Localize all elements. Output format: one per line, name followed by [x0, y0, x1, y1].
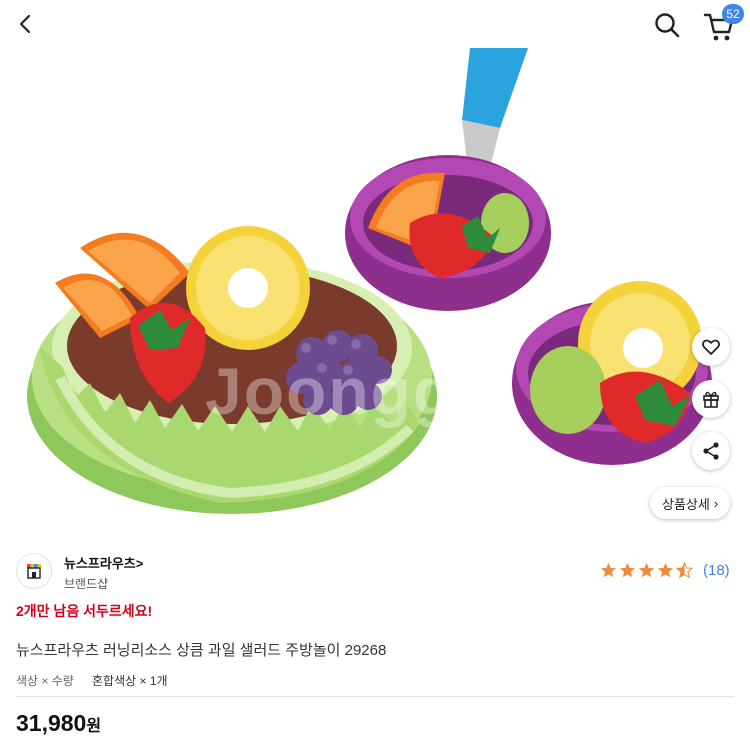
product-detail-label: 상품상세 [662, 496, 710, 512]
product-title: 뉴스프라우츠 러닝리소스 상큼 과일 샐러드 주방놀이 29268 [16, 642, 387, 659]
brand-name: 뉴스프라우츠 [64, 556, 136, 571]
star-full-icon [600, 562, 617, 578]
share-icon [703, 442, 719, 460]
brand-type: 브랜드샵 [64, 577, 109, 591]
gift-icon [703, 391, 719, 408]
product-info: 뉴스프라우츠> 브랜드샵 (18) 2개만 남음 서두르세요! 뉴스프라우츠 러… [0, 535, 750, 752]
share-button[interactable] [692, 432, 730, 470]
watermark-text: Joonggo [205, 354, 498, 428]
search-button[interactable] [650, 8, 684, 42]
price-value: 31,980 [16, 710, 87, 736]
option-label: 색상 × 수량 [16, 674, 74, 688]
heart-icon [702, 339, 720, 355]
review-count[interactable]: (18) [703, 562, 730, 579]
star-half-icon [676, 562, 693, 579]
brand-logo[interactable] [16, 553, 52, 589]
chevron-right-icon: › [713, 495, 719, 511]
chevron-left-icon [19, 14, 31, 34]
star-full-icon [638, 562, 655, 578]
product-image [0, 48, 750, 535]
star-full-icon [619, 562, 636, 578]
price: 31,980원 [16, 710, 101, 737]
like-button[interactable] [692, 328, 730, 366]
product-image-area[interactable]: Joonggo [0, 48, 750, 535]
stock-warning: 2개만 남음 서두르세요! [16, 603, 153, 619]
cart-count-badge: 52 [722, 4, 744, 24]
price-unit: 원 [86, 718, 102, 735]
gift-button[interactable] [692, 380, 730, 418]
store-icon [27, 564, 41, 579]
product-detail-button[interactable]: 상품상세 › [650, 487, 731, 519]
cart-button[interactable]: 52 [700, 4, 744, 44]
back-button[interactable] [10, 8, 42, 40]
brand-name-link[interactable]: 뉴스프라우츠> [64, 553, 143, 572]
divider [16, 696, 734, 697]
rating[interactable]: (18) [600, 562, 730, 579]
search-icon [655, 13, 680, 38]
chevron-right-icon: > [135, 556, 144, 571]
top-bar: 52 [0, 0, 750, 48]
star-full-icon [657, 562, 674, 578]
option-value: 혼합색상 × 1개 [92, 674, 168, 688]
